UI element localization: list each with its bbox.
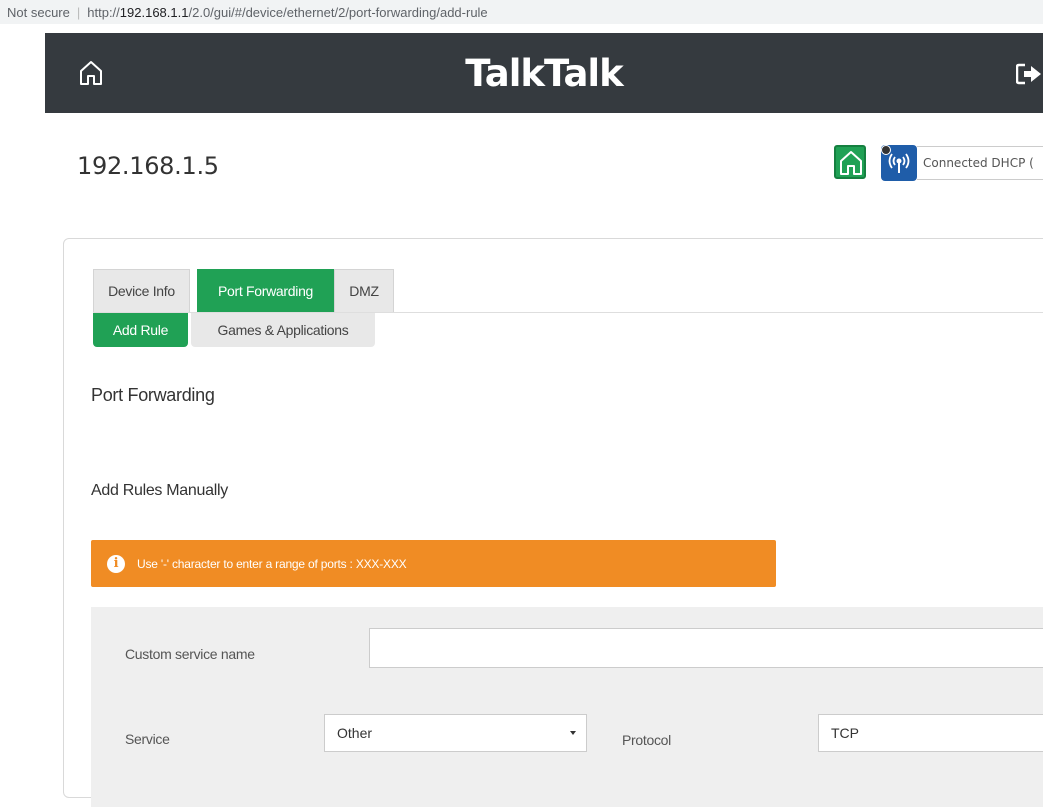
app-header: TalkTalk [45, 33, 1043, 113]
brand-logo[interactable]: TalkTalk [45, 33, 1043, 113]
port-range-alert: i Use '-' character to enter a range of … [91, 540, 776, 587]
subsection-title: Add Rules Manually [91, 482, 228, 499]
wifi-status-icon[interactable] [881, 145, 917, 181]
service-select-value: Other [337, 725, 373, 741]
protocol-label: Protocol [622, 732, 671, 748]
tab-device-info[interactable]: Device Info [93, 269, 190, 313]
protocol-select-value: TCP [831, 725, 859, 741]
url-scheme: http:// [87, 4, 120, 20]
subtab-add-rule[interactable]: Add Rule [93, 313, 188, 347]
custom-service-label: Custom service name [125, 646, 255, 662]
tab-dmz[interactable]: DMZ [334, 269, 394, 313]
connection-status: Connected DHCP ( [917, 146, 1043, 180]
custom-service-input[interactable] [369, 628, 1043, 668]
url-host: 192.168.1.1 [119, 4, 189, 20]
home-status-icon[interactable] [834, 145, 866, 179]
alert-text: Use '-' character to enter a range of po… [137, 556, 407, 571]
subtab-games-applications[interactable]: Games & Applications [191, 313, 375, 347]
service-label: Service [125, 731, 170, 747]
tab-port-forwarding[interactable]: Port Forwarding [197, 269, 334, 313]
section-title: Port Forwarding [91, 385, 215, 405]
logout-icon[interactable] [1015, 63, 1043, 85]
address-bar[interactable]: Not secure | http:// 192.168.1.1 /2.0/gu… [0, 0, 1043, 24]
address-separator: | [76, 4, 81, 20]
home-icon[interactable] [78, 59, 104, 87]
chevron-down-icon [570, 731, 576, 735]
security-label[interactable]: Not secure [7, 5, 70, 20]
info-icon: i [107, 554, 125, 573]
service-select[interactable]: Other [324, 714, 587, 752]
device-title: 192.168.1.5 [77, 152, 219, 180]
url-path: /2.0/gui/#/device/ethernet/2/port-forwar… [188, 4, 488, 20]
protocol-select[interactable]: TCP [818, 714, 1043, 752]
